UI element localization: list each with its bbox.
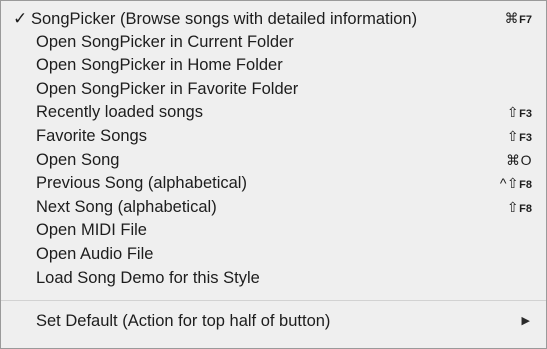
menu-item-label: Open MIDI File	[36, 221, 147, 240]
menu-item-label: Open SongPicker in Current Folder	[36, 32, 294, 51]
shortcut-key: F8	[519, 179, 532, 192]
menu-item-label: Open Song	[36, 150, 120, 169]
command-key-icon: ⌘	[506, 151, 521, 168]
dropdown-menu: ✓ SongPicker (Browse songs with detailed …	[0, 0, 547, 349]
shortcut-label: ⌘F7	[505, 7, 532, 33]
menu-item-label: Favorite Songs	[36, 126, 147, 145]
menu-item-load-song-demo[interactable]: Load Song Demo for this Style	[1, 267, 546, 291]
command-key-icon: ⌘	[504, 10, 520, 26]
menu-item-label: Next Song (alphabetical)	[36, 197, 217, 216]
menu-item-recently-loaded-songs[interactable]: Recently loaded songs ⇧F3	[1, 101, 546, 125]
menu-item-label: Open SongPicker in Home Folder	[36, 56, 283, 75]
shift-key-icon: ⇧	[506, 127, 520, 144]
control-shift-key-icon: ^⇧	[499, 175, 520, 192]
menu-item-songpicker[interactable]: ✓ SongPicker (Browse songs with detailed …	[1, 7, 546, 31]
shift-key-icon: ⇧	[506, 104, 520, 121]
menu-item-label: Set Default (Action for top half of butt…	[36, 312, 331, 331]
menu-item-previous-song[interactable]: Previous Song (alphabetical) ^⇧F8	[1, 172, 546, 196]
menu-item-set-default[interactable]: Set Default (Action for top half of butt…	[1, 310, 546, 334]
shortcut-key: O	[520, 151, 532, 168]
shortcut-key: F8	[519, 202, 532, 215]
checkmark-icon: ✓	[13, 9, 28, 28]
shortcut-key: F7	[519, 14, 532, 26]
shortcut-label: ⇧F8	[507, 196, 532, 222]
menu-item-open-songpicker-home-folder[interactable]: Open SongPicker in Home Folder	[1, 54, 546, 78]
menu-item-favorite-songs[interactable]: Favorite Songs ⇧F3	[1, 125, 546, 149]
menu-item-label: Previous Song (alphabetical)	[36, 174, 247, 193]
submenu-arrow-icon: ▶	[521, 315, 530, 328]
shortcut-label: ⌘O	[506, 149, 532, 173]
menu-item-label: Load Song Demo for this Style	[36, 268, 260, 287]
menu-item-label: Open Audio File	[36, 244, 154, 263]
shortcut-key: F3	[519, 108, 532, 121]
menu-item-label: Open SongPicker in Favorite Folder	[36, 79, 299, 98]
shortcut-label: ⇧F3	[507, 101, 532, 127]
shortcut-label: ⇧F3	[507, 125, 532, 151]
menu-item-open-songpicker-current-folder[interactable]: Open SongPicker in Current Folder	[1, 31, 546, 55]
menu-separator	[1, 300, 546, 302]
menu-item-next-song[interactable]: Next Song (alphabetical) ⇧F8	[1, 196, 546, 220]
menu-item-open-song[interactable]: Open Song ⌘O	[1, 149, 546, 173]
menu-item-label: SongPicker (Browse songs with detailed i…	[31, 10, 418, 28]
menu-item-open-midi-file[interactable]: Open MIDI File	[1, 219, 546, 243]
menu-item-label: Recently loaded songs	[36, 103, 203, 122]
shortcut-key: F3	[519, 131, 532, 144]
shift-key-icon: ⇧	[506, 198, 520, 215]
menu-item-open-songpicker-favorite-folder[interactable]: Open SongPicker in Favorite Folder	[1, 78, 546, 102]
shortcut-label: ^⇧F8	[500, 172, 532, 198]
menu-item-open-audio-file[interactable]: Open Audio File	[1, 243, 546, 267]
